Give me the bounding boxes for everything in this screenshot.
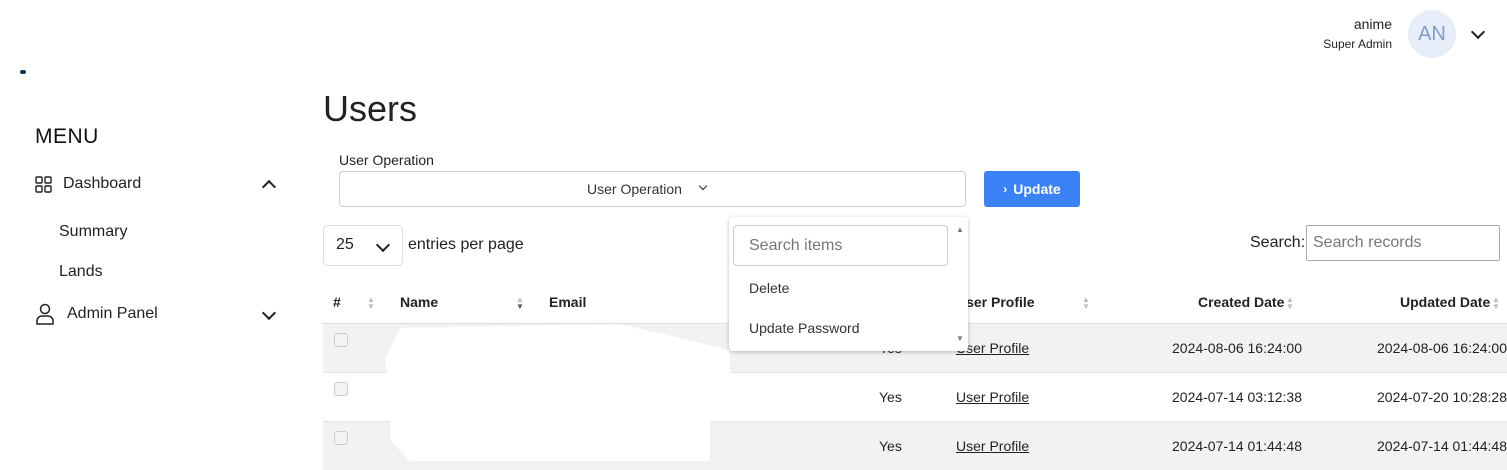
row-created-date: 2024-08-06 16:24:00 <box>1172 340 1302 356</box>
entries-per-page-select[interactable] <box>323 225 403 266</box>
column-header-number[interactable]: # <box>333 294 341 310</box>
sort-icon[interactable]: ▲ ▼ <box>1082 296 1090 311</box>
user-name: anime <box>1353 16 1392 32</box>
sidebar-item-label: Dashboard <box>63 175 142 192</box>
page-title: Users <box>323 88 418 129</box>
chevron-up-icon <box>261 179 277 195</box>
user-role: Super Admin <box>1323 37 1392 51</box>
user-profile-link[interactable]: User Profile <box>956 389 1029 405</box>
entries-chevron-down-icon <box>375 237 391 253</box>
row-flag: Yes <box>879 438 902 454</box>
row-checkbox[interactable] <box>334 333 348 347</box>
sidebar-item-dashboard[interactable]: Dashboard <box>35 172 280 196</box>
dropdown-option-update-password[interactable]: Update Password <box>749 320 860 336</box>
select-chevron-down-icon <box>698 181 708 191</box>
update-button[interactable]: › Update <box>984 171 1080 207</box>
scroll-down-arrow-icon[interactable]: ▼ <box>956 334 964 343</box>
scroll-up-arrow-icon[interactable]: ▲ <box>956 225 964 234</box>
update-button-label: Update <box>1013 181 1061 197</box>
dropdown-search-input[interactable] <box>733 225 948 266</box>
sidebar-item-lands[interactable]: Lands <box>59 263 103 281</box>
grid-icon <box>35 176 52 193</box>
sidebar-item-summary[interactable]: Summary <box>59 223 127 241</box>
row-checkbox[interactable] <box>334 382 348 396</box>
row-created-date: 2024-07-14 03:12:38 <box>1172 389 1302 405</box>
search-label: Search: <box>1250 234 1306 251</box>
user-profile-link[interactable]: User Profile <box>956 438 1029 454</box>
row-updated-date: 2024-07-14 01:44:48 <box>1377 438 1507 454</box>
row-updated-date: 2024-08-06 16:24:00 <box>1377 340 1507 356</box>
avatar[interactable]: AN <box>1408 10 1456 58</box>
sort-icon[interactable]: ▲ ▼ <box>1286 296 1294 311</box>
column-header-email[interactable]: Email <box>549 294 586 310</box>
column-header-name[interactable]: Name <box>400 294 438 310</box>
entries-per-page-value: 25 <box>336 236 354 253</box>
dropdown-option-delete[interactable]: Delete <box>749 280 789 296</box>
row-updated-date: 2024-07-20 10:28:28 <box>1377 389 1507 405</box>
user-menu-chevron-down-icon[interactable] <box>1470 24 1486 40</box>
sort-icon[interactable]: ▲ ▼ <box>516 296 524 311</box>
chevron-right-icon: › <box>1003 182 1008 196</box>
entries-per-page-label: entries per page <box>408 236 524 253</box>
chevron-down-icon <box>261 305 277 321</box>
menu-title: MENU <box>35 125 99 148</box>
sidebar-item-admin-panel[interactable]: Admin Panel <box>35 302 280 326</box>
redaction-overlay <box>385 324 730 461</box>
row-flag: Yes <box>879 389 902 405</box>
sidebar-item-label: Admin Panel <box>67 305 158 322</box>
user-operation-selected: User Operation <box>587 181 682 197</box>
person-icon <box>36 303 54 325</box>
sort-icon[interactable]: ▲ ▼ <box>1492 296 1500 311</box>
row-created-date: 2024-07-14 01:44:48 <box>1172 438 1302 454</box>
user-operation-label: User Operation <box>339 152 434 168</box>
logo <box>20 70 26 74</box>
column-header-updated-date[interactable]: Updated Date <box>1400 294 1490 310</box>
row-checkbox[interactable] <box>334 431 348 445</box>
sort-icon[interactable]: ▲ ▼ <box>367 296 375 311</box>
search-input[interactable] <box>1306 225 1500 261</box>
column-header-created-date[interactable]: Created Date <box>1198 294 1284 310</box>
